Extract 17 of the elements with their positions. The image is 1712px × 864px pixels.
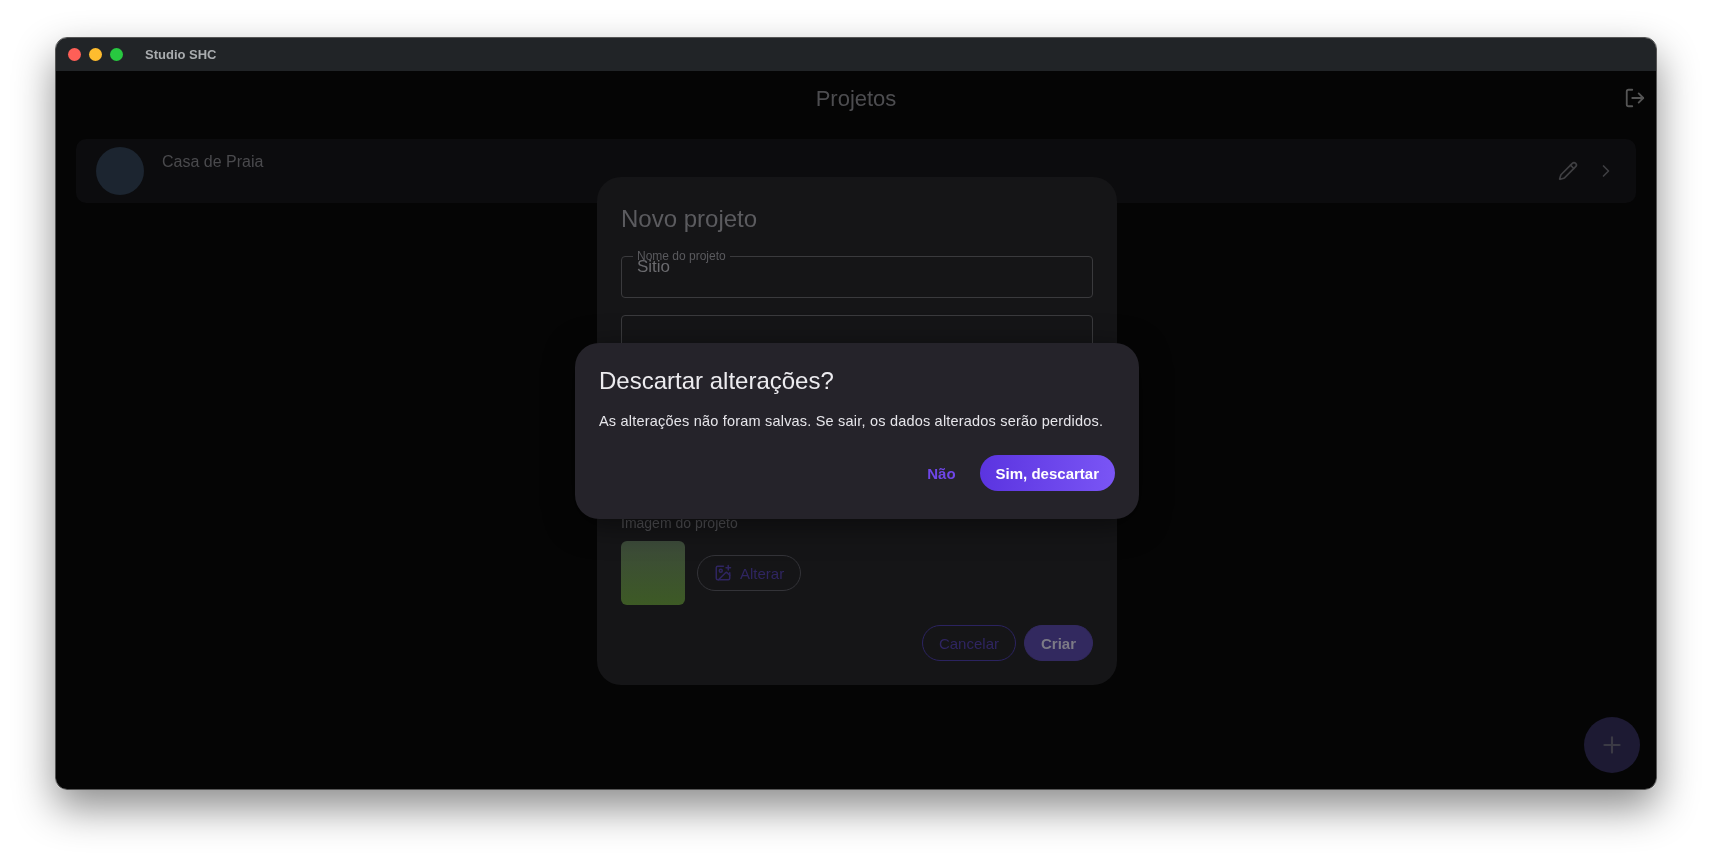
- image-plus-icon: [714, 564, 732, 582]
- page-title: Projetos: [815, 86, 897, 112]
- project-name: Casa de Praia: [162, 153, 265, 171]
- discard-button[interactable]: Sim, descartar: [979, 455, 1115, 491]
- logout-icon[interactable]: [1624, 87, 1646, 109]
- dialog-title: Descartar alterações?: [599, 367, 835, 395]
- window-title: Studio SHC: [145, 47, 217, 62]
- create-button[interactable]: Criar: [1023, 625, 1093, 661]
- dialog-message: As alterações não foram salvas. Se sair, os dados alterados serão perdidos.: [599, 413, 1105, 429]
- no-button[interactable]: Não: [911, 455, 972, 491]
- maximize-window-icon[interactable]: [110, 48, 123, 61]
- avatar-placeholder: [96, 147, 144, 195]
- minimize-window-icon[interactable]: [89, 48, 102, 61]
- photo-placeholder: [621, 541, 685, 605]
- dialog-title: Novo projeto: [621, 205, 759, 233]
- pencil-icon[interactable]: [1558, 161, 1578, 181]
- close-window-icon[interactable]: [68, 48, 81, 61]
